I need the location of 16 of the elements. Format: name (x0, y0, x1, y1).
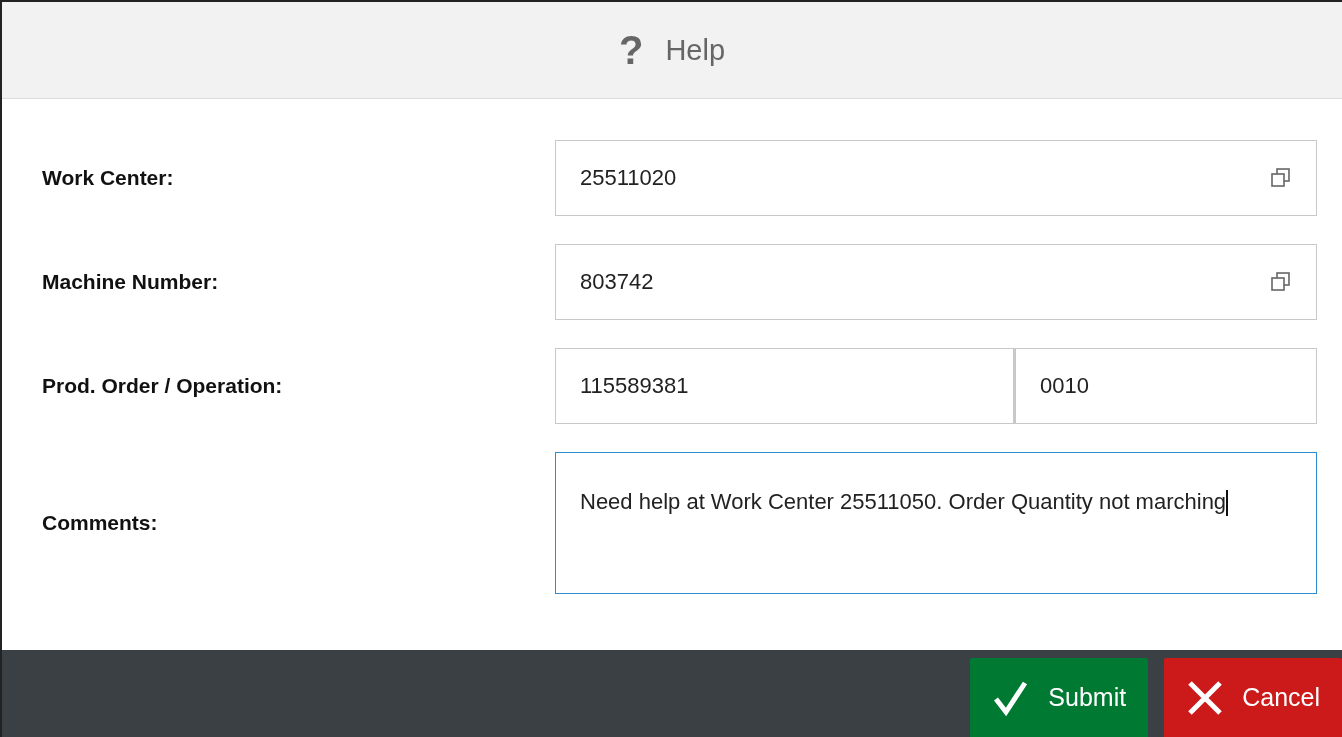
close-icon (1186, 678, 1225, 717)
help-icon: ? (618, 30, 644, 70)
cancel-button[interactable]: Cancel (1164, 658, 1342, 737)
input-field[interactable]: 115589381 (555, 348, 1013, 424)
field-label: Comments: (42, 511, 159, 535)
copy-icon[interactable] (1270, 167, 1292, 189)
field-label: Prod. Order / Operation: (42, 374, 284, 398)
submit-button[interactable]: Submit (970, 658, 1149, 737)
input-field[interactable]: 803742 (555, 244, 1317, 320)
dialog-title: Help (665, 33, 726, 67)
input-field[interactable]: 25511020 (555, 140, 1317, 216)
field-label: Machine Number: (42, 270, 220, 294)
copy-icon[interactable] (1270, 271, 1292, 293)
input-field[interactable]: 0010 (1013, 348, 1317, 424)
field-label: Work Center: (42, 166, 175, 190)
comments-field[interactable]: Need help at Work Center 25511050. Order Quantity not marching (555, 452, 1317, 594)
